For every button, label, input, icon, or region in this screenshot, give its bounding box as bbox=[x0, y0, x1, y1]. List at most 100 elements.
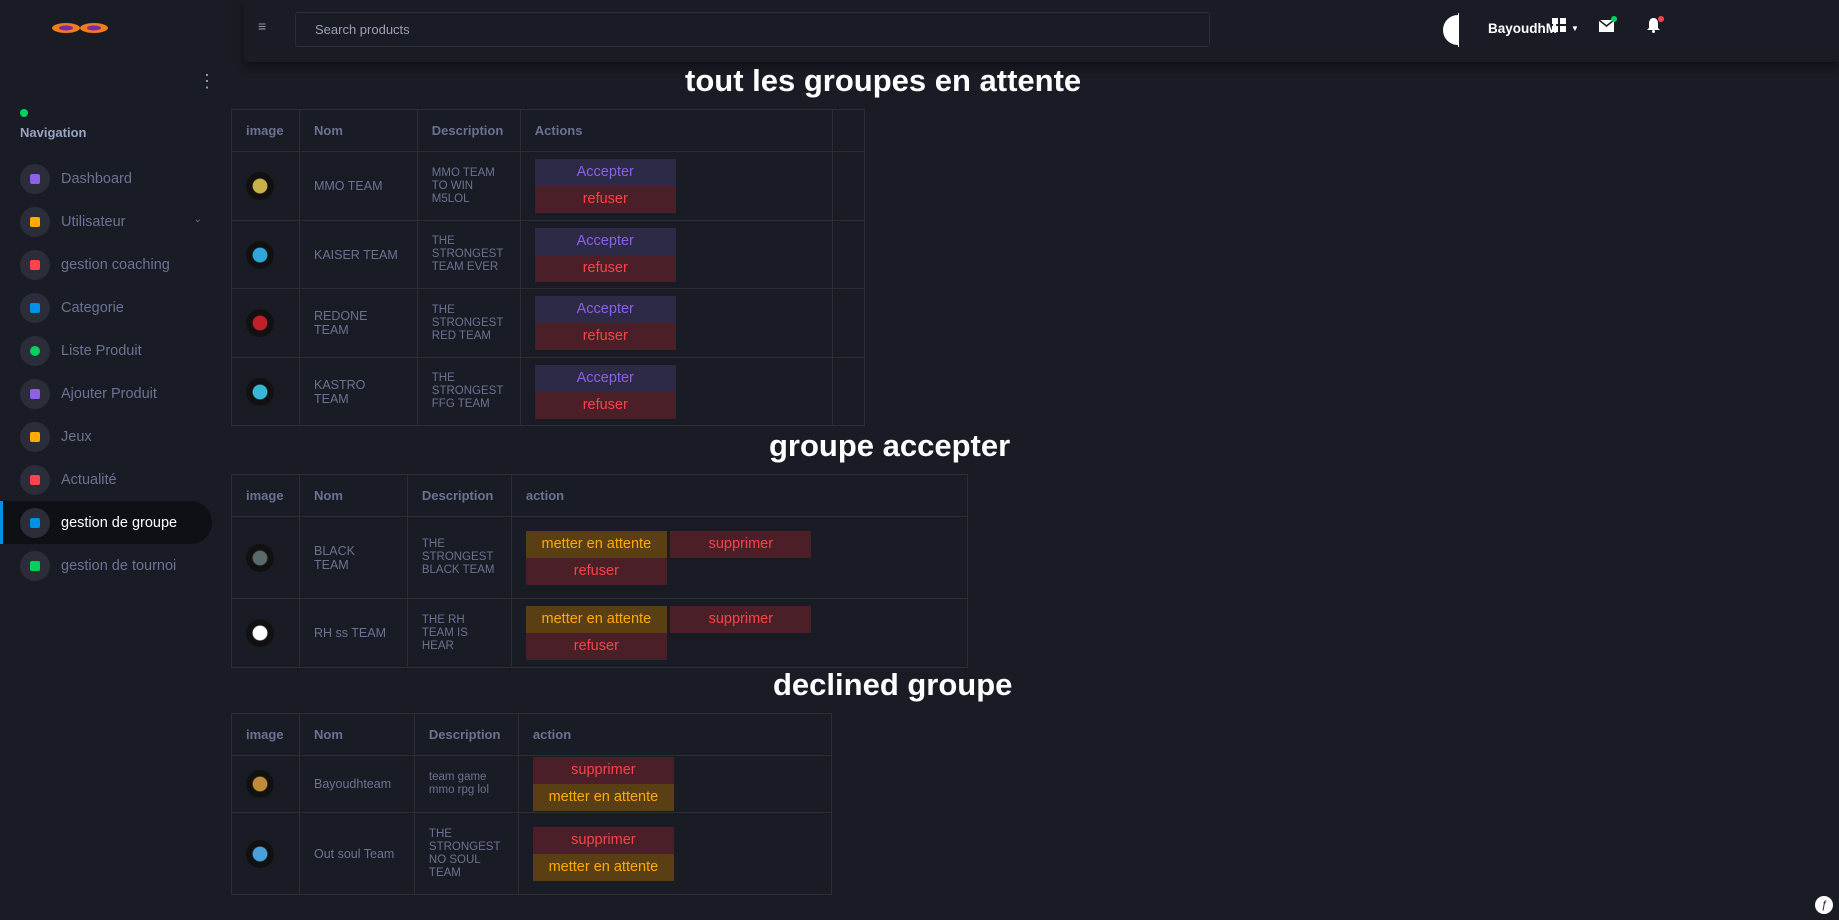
chart-icon bbox=[20, 249, 50, 280]
col-header-image: image bbox=[231, 109, 300, 152]
circle-icon bbox=[20, 335, 50, 366]
nav-list: Dashboard Utilisateur ⌄ gestion coaching Cat… bbox=[0, 157, 244, 587]
actions-cell: Accepter refuser bbox=[519, 357, 833, 426]
mail-icon[interactable] bbox=[1597, 16, 1617, 36]
team-description: MMO TEAM TO WIN M5LOL bbox=[416, 151, 521, 221]
news-icon bbox=[20, 464, 50, 495]
team-name: BLACK TEAM bbox=[298, 516, 408, 599]
refuse-button[interactable]: refuser bbox=[525, 557, 667, 585]
delete-button[interactable]: supprimer bbox=[670, 606, 812, 633]
chart-icon bbox=[20, 550, 50, 581]
col-header-image: image bbox=[231, 474, 300, 517]
team-logo bbox=[246, 240, 274, 269]
sidebar-item-jeux[interactable]: Jeux bbox=[0, 415, 212, 458]
sidebar-item-categorie[interactable]: Categorie bbox=[0, 286, 212, 329]
users-icon bbox=[20, 206, 50, 237]
table-row: Out soul Team THE STRONGEST NO SOUL TEAM s… bbox=[231, 812, 833, 895]
team-image-cell bbox=[231, 812, 300, 895]
table-row: BLACK TEAM THE STRONGEST BLACK TEAM metter… bbox=[231, 516, 969, 599]
user-menu-caret-icon[interactable]: ▼ bbox=[1571, 24, 1579, 33]
team-name: KASTRO TEAM bbox=[298, 357, 418, 426]
team-name: Bayoudhteam bbox=[298, 755, 415, 813]
sidebar-item-gestion-coaching[interactable]: gestion coaching bbox=[0, 243, 212, 286]
refuse-button[interactable]: refuser bbox=[534, 323, 676, 350]
col-header-description: Description bbox=[413, 713, 519, 756]
gamepad-icon bbox=[20, 421, 50, 452]
chevron-down-icon[interactable]: ⌄ bbox=[194, 214, 202, 225]
col-header-empty bbox=[831, 109, 866, 152]
sidebar-item-utilisateur[interactable]: Utilisateur ⌄ bbox=[0, 200, 212, 243]
team-description: THE STRONGEST RED TEAM bbox=[416, 288, 521, 358]
delete-button[interactable]: supprimer bbox=[532, 757, 674, 784]
empty-cell bbox=[831, 288, 866, 358]
refuse-button[interactable]: refuser bbox=[525, 633, 667, 660]
col-header-action: action bbox=[510, 474, 969, 517]
sidebar-item-dashboard[interactable]: Dashboard bbox=[0, 157, 212, 200]
actions-cell: Accepter refuser bbox=[519, 220, 833, 289]
actions-cell: metter en attente supprimer refuser bbox=[510, 598, 969, 668]
set-pending-button[interactable]: metter en attente bbox=[532, 853, 674, 881]
accept-button[interactable]: Accepter bbox=[534, 159, 676, 186]
accept-button[interactable]: Accepter bbox=[534, 364, 676, 392]
sidebar-item-liste-produit[interactable]: Liste Produit bbox=[0, 329, 212, 372]
empty-cell bbox=[831, 220, 866, 289]
menu-toggle-icon[interactable]: ≡ bbox=[258, 18, 274, 34]
sidebar-item-gestion-de-tournoi[interactable]: gestion de tournoi bbox=[0, 544, 212, 587]
set-pending-button[interactable]: metter en attente bbox=[525, 530, 667, 558]
refuse-button[interactable]: refuser bbox=[534, 391, 676, 419]
empty-cell bbox=[831, 357, 866, 426]
sidebar-item-label: gestion coaching bbox=[61, 256, 170, 273]
team-image-cell bbox=[231, 151, 300, 221]
refuse-button[interactable]: refuser bbox=[534, 186, 676, 213]
brand-logo[interactable] bbox=[50, 18, 110, 38]
refuse-button[interactable]: refuser bbox=[534, 254, 676, 282]
delete-button[interactable]: supprimer bbox=[670, 530, 812, 558]
sidebar: ⋮ Navigation Dashboard Utilisateur ⌄ gestio… bbox=[0, 0, 244, 920]
team-logo bbox=[246, 309, 274, 337]
accept-button[interactable]: Accepter bbox=[534, 227, 676, 255]
bell-icon[interactable] bbox=[1644, 16, 1664, 36]
empty-cell bbox=[831, 151, 866, 221]
col-header-description: Description bbox=[416, 109, 521, 152]
online-status-dot bbox=[20, 109, 28, 117]
more-options-icon[interactable]: ⋮ bbox=[198, 72, 216, 90]
actions-cell: supprimer metter en attente bbox=[517, 812, 833, 895]
team-logo bbox=[246, 770, 274, 798]
username[interactable]: BayoudhM bbox=[1488, 21, 1557, 36]
sidebar-item-label: Liste Produit bbox=[61, 342, 142, 359]
team-description: THE STRONGEST FFG TEAM bbox=[416, 357, 521, 426]
sidebar-item-label: Ajouter Produit bbox=[61, 385, 157, 402]
team-name: Out soul Team bbox=[298, 812, 415, 895]
sidebar-item-label: gestion de groupe bbox=[61, 514, 178, 531]
search-input[interactable] bbox=[295, 12, 1210, 47]
sidebar-item-label: Categorie bbox=[61, 299, 124, 316]
team-image-cell bbox=[231, 755, 300, 813]
team-image-cell bbox=[231, 220, 300, 289]
pending-section-title: tout les groupes en attente bbox=[685, 63, 1082, 98]
col-header-name: Nom bbox=[298, 713, 415, 756]
team-name: MMO TEAM bbox=[298, 151, 418, 221]
sidebar-item-label: Actualité bbox=[61, 471, 117, 488]
sidebar-item-actualit-[interactable]: Actualité bbox=[0, 458, 212, 501]
team-logo bbox=[246, 543, 274, 572]
symfony-icon[interactable]: ƒ bbox=[1815, 896, 1833, 914]
sidebar-item-ajouter-produit[interactable]: Ajouter Produit bbox=[0, 372, 212, 415]
set-pending-button[interactable]: metter en attente bbox=[525, 606, 667, 633]
sidebar-item-gestion-de-groupe[interactable]: gestion de groupe bbox=[0, 501, 212, 544]
col-header-description: Description bbox=[406, 474, 512, 517]
accepted-table: image Nom Description action BLACK TEAM T… bbox=[231, 474, 969, 668]
table-row: KASTRO TEAM THE STRONGEST FFG TEAM Accepte… bbox=[231, 357, 866, 426]
sidebar-item-label: gestion de tournoi bbox=[61, 557, 177, 574]
table-row: REDONE TEAM THE STRONGEST RED TEAM Accepte… bbox=[231, 288, 866, 358]
notification-badge bbox=[1658, 16, 1664, 22]
declined-table: image Nom Description action Bayoudhteam… bbox=[231, 713, 833, 895]
col-header-actions: Actions bbox=[519, 109, 833, 152]
delete-button[interactable]: supprimer bbox=[532, 826, 674, 854]
accept-button[interactable]: Accepter bbox=[534, 296, 676, 323]
actions-cell: metter en attente supprimer refuser bbox=[510, 516, 969, 599]
actions-cell: Accepter refuser bbox=[519, 151, 833, 221]
set-pending-button[interactable]: metter en attente bbox=[532, 784, 674, 811]
actions-cell: supprimer metter en attente bbox=[517, 755, 833, 813]
table-row: MMO TEAM MMO TEAM TO WIN M5LOL Accepter re… bbox=[231, 151, 866, 221]
sidebar-item-label: Jeux bbox=[61, 428, 92, 445]
